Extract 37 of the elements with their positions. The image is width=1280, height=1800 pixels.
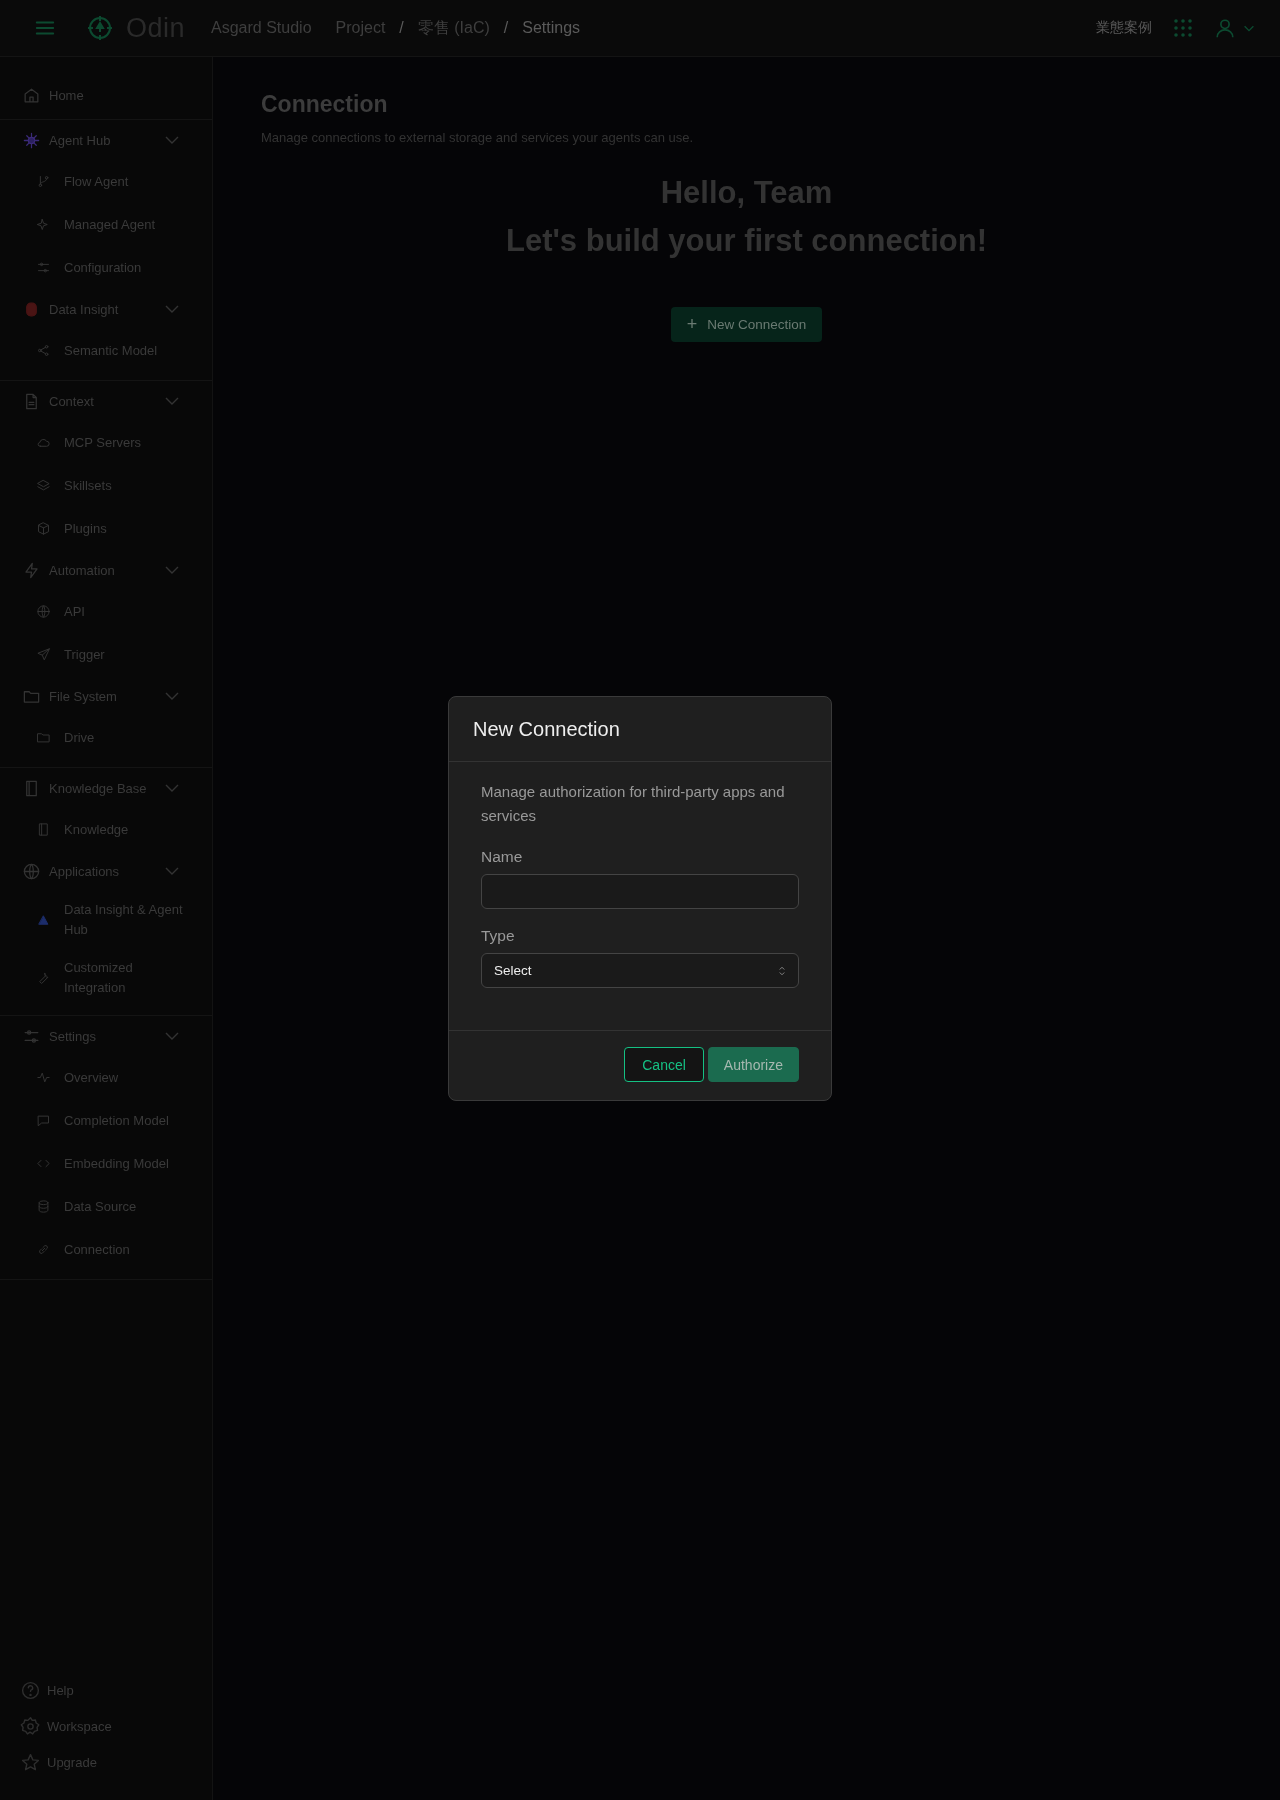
logo-icon — [86, 14, 114, 42]
cube-icon — [36, 521, 51, 536]
layers-icon — [36, 478, 51, 493]
field-label: Type — [481, 927, 516, 945]
sparkle-icon — [36, 217, 51, 232]
breadcrumb-separator: / — [503, 19, 509, 37]
sliders-h-icon — [36, 260, 51, 275]
book-small-icon — [36, 822, 51, 837]
gear-icon — [20, 1715, 41, 1737]
dialog-title: New Connection — [449, 697, 831, 762]
triangle-icon — [36, 912, 51, 928]
link-icon — [36, 1242, 51, 1257]
user-icon[interactable] — [1214, 17, 1236, 39]
dialog-description: Manage authorization for third-party apps and services — [481, 782, 786, 826]
network-icon — [36, 343, 51, 358]
send-icon — [36, 647, 51, 662]
globe-icon — [22, 861, 41, 881]
chat-icon — [36, 1113, 51, 1128]
folder-open-icon — [36, 730, 51, 745]
app-grid-icon[interactable] — [1174, 19, 1192, 37]
select-field[interactable]: Select — [481, 953, 799, 988]
star-icon — [20, 1751, 41, 1773]
authorize-button[interactable]: Authorize — [707, 1047, 799, 1082]
pulse-icon — [36, 1070, 51, 1085]
field-label: Name — [481, 848, 524, 866]
cancel-button[interactable]: Cancel — [624, 1047, 704, 1082]
branch-icon — [36, 174, 51, 189]
star-burst-icon — [22, 130, 41, 150]
input-field[interactable] — [481, 874, 799, 909]
breadcrumb-separator: / — [399, 19, 404, 37]
help-icon — [20, 1679, 41, 1701]
industry-cases-link[interactable]: 業態案例 — [1096, 19, 1152, 37]
cylinder-icon — [36, 1199, 51, 1214]
globe-icon — [36, 604, 51, 619]
up-down-chevron-icon — [778, 964, 786, 977]
new-connection-button[interactable]: + New Connection — [670, 307, 823, 342]
breadcrumb-item[interactable]: Settings — [522, 19, 581, 37]
